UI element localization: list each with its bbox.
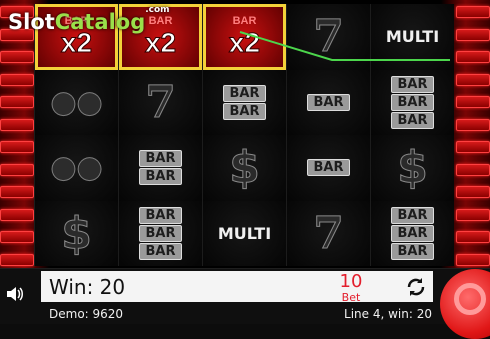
payline-tab[interactable] — [0, 51, 34, 64]
reel-1: BAR x2 ●● ●● $ — [34, 4, 118, 266]
payline-tab[interactable] — [456, 208, 490, 221]
payline-tab[interactable] — [0, 118, 34, 131]
reel-frame: BAR x2 ●● ●● $ BAR x2 7 BAR BAR BAR BAR BAR BAR x2 BAR B… — [0, 0, 490, 268]
payline-tab[interactable] — [0, 253, 34, 266]
symbol-dollar: $ — [203, 135, 286, 201]
symbol-bar: BAR BAR — [203, 69, 286, 135]
payline-tab[interactable] — [456, 96, 490, 109]
payline-tab[interactable] — [456, 6, 490, 18]
spin-ring-icon — [454, 283, 486, 315]
bar-symbol: BAR BAR BAR — [390, 206, 435, 261]
payline-tab[interactable] — [456, 73, 490, 86]
payline-tab[interactable] — [456, 51, 490, 64]
x2-multiplier-symbol: BAR x2 — [228, 14, 261, 59]
cherry-icon: ●● — [50, 84, 103, 120]
reels-grid: BAR x2 ●● ●● $ BAR x2 7 BAR BAR BAR BAR BAR BAR x2 BAR B… — [34, 4, 454, 266]
symbol-seven: 7 — [119, 69, 202, 135]
payline-tab[interactable] — [0, 163, 34, 176]
reel-2: BAR x2 7 BAR BAR BAR BAR BAR — [118, 4, 202, 266]
seven-symbol: 7 — [313, 11, 345, 63]
symbol-seven: 7 — [287, 200, 370, 266]
cherry-icon: ●● — [50, 150, 103, 186]
bar-symbol: BAR BAR — [222, 84, 267, 121]
symbol-multi: MULTI — [203, 200, 286, 266]
win-display: Win: 20 — [49, 275, 126, 299]
control-bar: Win: 20 10 Bet Demo: 9620 Line 4, win: 2… — [0, 268, 490, 339]
payline-tab[interactable] — [456, 231, 490, 244]
multi-symbol: MULTI — [217, 223, 272, 243]
symbol-cherry: ●● — [35, 69, 118, 135]
bar-symbol: BAR — [306, 93, 351, 112]
dollar-symbol: $ — [397, 142, 429, 194]
payline-tab[interactable] — [0, 231, 34, 244]
symbol-cherry: ●● — [35, 135, 118, 201]
bar-symbol: BAR — [306, 158, 351, 177]
payline-tab[interactable] — [456, 186, 490, 199]
seven-symbol: 7 — [145, 76, 177, 128]
dollar-symbol: $ — [61, 207, 93, 259]
demo-balance: Demo: 9620 — [49, 307, 124, 321]
right-payline-indicators — [456, 6, 490, 266]
reel-3: BAR x2 BAR BAR $ MULTI — [202, 4, 286, 266]
payline-tab[interactable] — [0, 141, 34, 154]
bet-value[interactable]: 10 — [337, 271, 365, 292]
bar-symbol: BAR BAR BAR — [138, 206, 183, 261]
payline-tab[interactable] — [456, 163, 490, 176]
symbol-dollar: $ — [371, 135, 454, 201]
bar-symbol: BAR BAR BAR — [390, 75, 435, 130]
reel-4: 7 BAR BAR 7 — [286, 4, 370, 266]
payline-tab[interactable] — [456, 28, 490, 41]
seven-symbol: 7 — [313, 207, 345, 259]
payline-tab[interactable] — [0, 186, 34, 199]
symbol-bar: BAR BAR — [119, 135, 202, 201]
symbol-bar3: BAR BAR BAR — [371, 69, 454, 135]
symbol-seven: 7 — [287, 4, 370, 70]
win-panel: Win: 20 10 Bet — [41, 271, 433, 304]
symbol-bar1: BAR — [287, 69, 370, 135]
spin-button[interactable] — [440, 269, 490, 339]
refresh-icon[interactable] — [403, 275, 429, 299]
payline-tab[interactable] — [0, 96, 34, 109]
payline-tab[interactable] — [456, 253, 490, 266]
payline-tab[interactable] — [0, 208, 34, 221]
symbol-dollar: $ — [35, 200, 118, 266]
bar-symbol: BAR BAR — [138, 149, 183, 186]
symbol-bar1: BAR — [287, 135, 370, 201]
bet-label: Bet — [341, 291, 361, 304]
symbol-bar3: BAR BAR BAR — [119, 200, 202, 266]
symbol-multi: MULTI — [371, 4, 454, 70]
symbol-x2: BAR x2 — [203, 4, 286, 70]
multi-symbol: MULTI — [385, 27, 440, 47]
payline-tab[interactable] — [456, 118, 490, 131]
left-payline-indicators — [0, 6, 34, 266]
dollar-symbol: $ — [229, 142, 261, 194]
payline-tab[interactable] — [456, 141, 490, 154]
speaker-icon[interactable] — [4, 283, 26, 305]
slotcatalog-logo: SlotCatalog.com — [8, 5, 170, 34]
line-win-info: Line 4, win: 20 — [344, 307, 432, 321]
reel-5: MULTI BAR BAR BAR $ BAR BAR BAR — [370, 4, 454, 266]
payline-tab[interactable] — [0, 73, 34, 86]
symbol-bar3: BAR BAR BAR — [371, 200, 454, 266]
